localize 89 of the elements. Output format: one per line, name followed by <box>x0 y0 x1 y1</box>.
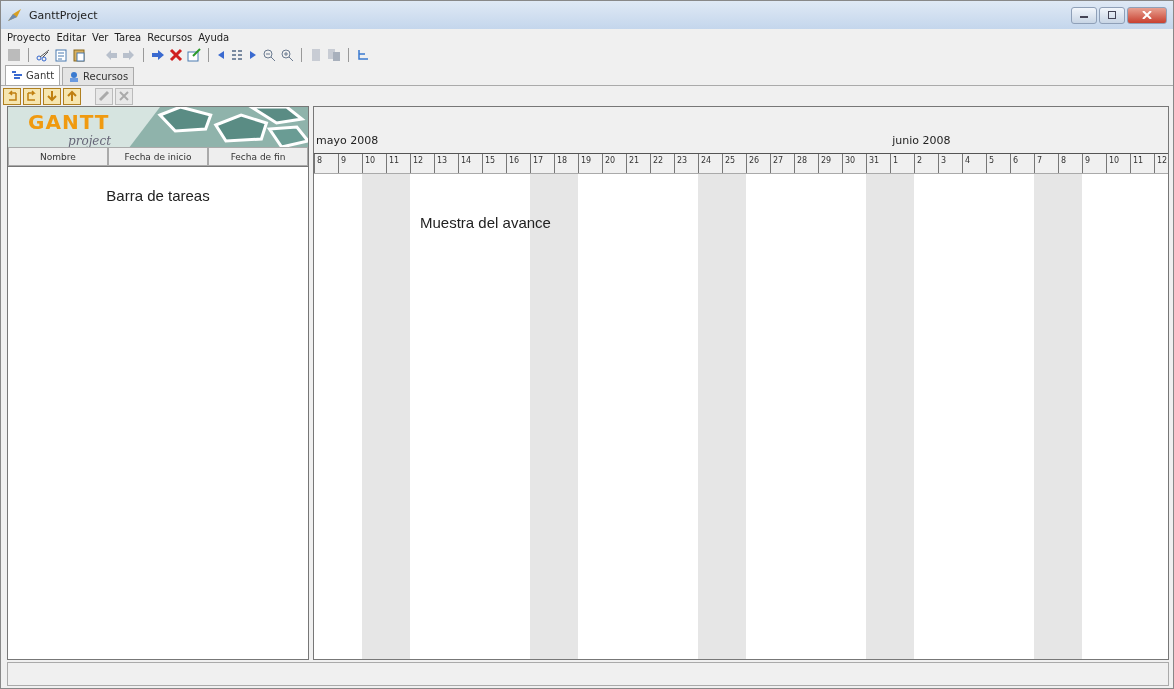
maximize-icon <box>1107 11 1117 19</box>
day-header: 31 <box>866 154 890 173</box>
column-header[interactable]: Fecha de fin <box>208 147 308 166</box>
zoom-out-icon[interactable] <box>262 48 276 62</box>
day-header: 16 <box>506 154 530 173</box>
column-header[interactable]: Nombre <box>8 147 108 166</box>
scissors-icon[interactable] <box>36 48 50 62</box>
day-header: 9 <box>338 154 362 173</box>
grid-icon[interactable] <box>230 48 244 62</box>
left-arrow-icon[interactable] <box>216 48 226 62</box>
day-header: 11 <box>1130 154 1154 173</box>
day-header: 6 <box>1010 154 1034 173</box>
delete-icon[interactable] <box>169 48 183 62</box>
menu-item[interactable]: Proyecto <box>7 31 51 43</box>
move-up-button[interactable] <box>63 87 81 105</box>
day-header: 2 <box>914 154 938 173</box>
day-header: 1 <box>890 154 914 173</box>
arrow-up-icon <box>66 90 78 102</box>
day-header: 23 <box>674 154 698 173</box>
day-header: 11 <box>386 154 410 173</box>
day-header: 12 <box>1154 154 1168 173</box>
zoom-in-icon[interactable] <box>280 48 294 62</box>
day-header: 5 <box>986 154 1010 173</box>
menu-item[interactable]: Ayuda <box>198 31 230 43</box>
day-header: 29 <box>818 154 842 173</box>
day-header: 15 <box>482 154 506 173</box>
logo-text: GANTT <box>28 110 110 134</box>
indent-button[interactable] <box>23 87 41 105</box>
chart-icon <box>11 70 23 81</box>
day-header: 18 <box>554 154 578 173</box>
day-header: 20 <box>602 154 626 173</box>
documents-icon[interactable] <box>327 48 341 62</box>
menu-item[interactable]: Ver <box>92 31 109 43</box>
annotation-text: Muestra del avance <box>420 214 551 232</box>
move-down-button[interactable] <box>43 87 61 105</box>
day-header: 28 <box>794 154 818 173</box>
minimize-button[interactable] <box>1071 6 1097 24</box>
arrow-right-icon <box>26 90 38 102</box>
day-header: 10 <box>362 154 386 173</box>
day-header: 25 <box>722 154 746 173</box>
day-header: 27 <box>770 154 794 173</box>
day-header: 9 <box>1082 154 1106 173</box>
month-label: junio 2008 <box>892 134 951 147</box>
column-header[interactable]: Fecha de inicio <box>108 147 208 166</box>
pencil-icon <box>7 8 23 22</box>
day-header: 26 <box>746 154 770 173</box>
arrow-right-icon[interactable] <box>151 48 165 62</box>
day-header: 21 <box>626 154 650 173</box>
day-header: 13 <box>434 154 458 173</box>
day-header: 10 <box>1106 154 1130 173</box>
close-icon <box>1142 11 1152 19</box>
day-header: 30 <box>842 154 866 173</box>
right-arrow-icon[interactable] <box>248 48 258 62</box>
arrow-left-icon <box>6 90 18 102</box>
day-header: 14 <box>458 154 482 173</box>
arrow-down-icon <box>46 90 58 102</box>
day-header: 22 <box>650 154 674 173</box>
menu-item[interactable]: Tarea <box>114 31 142 43</box>
outdent-button[interactable] <box>3 87 21 105</box>
edit-icon[interactable] <box>187 48 201 62</box>
day-header: 3 <box>938 154 962 173</box>
undo-icon[interactable] <box>104 48 118 62</box>
paste-icon[interactable] <box>72 48 86 62</box>
day-header: 24 <box>698 154 722 173</box>
save-icon[interactable] <box>7 48 21 62</box>
cross-icon <box>118 90 130 102</box>
day-header: 19 <box>578 154 602 173</box>
menu-item[interactable]: Recursos <box>147 31 193 43</box>
maximize-button[interactable] <box>1099 6 1125 24</box>
unlink-button[interactable] <box>115 87 133 105</box>
day-header: 4 <box>962 154 986 173</box>
redo-icon[interactable] <box>122 48 136 62</box>
day-header: 8 <box>314 154 338 173</box>
close-button[interactable] <box>1127 6 1167 24</box>
day-header: 7 <box>1034 154 1058 173</box>
tree-icon[interactable] <box>356 48 370 62</box>
person-icon <box>68 71 81 82</box>
menu-item[interactable]: Editar <box>56 31 87 43</box>
window-title: GanttProject <box>29 8 98 22</box>
tab[interactable]: Recursos <box>62 67 135 85</box>
day-header: 17 <box>530 154 554 173</box>
month-label: mayo 2008 <box>316 134 379 147</box>
logo-subtitle: project <box>68 134 111 147</box>
day-header: 8 <box>1058 154 1082 173</box>
tab[interactable]: Gantt <box>5 65 61 85</box>
annotation-text: Barra de tareas <box>106 187 210 205</box>
link-button[interactable] <box>95 87 113 105</box>
day-header: 12 <box>410 154 434 173</box>
pencil-icon <box>98 90 110 102</box>
